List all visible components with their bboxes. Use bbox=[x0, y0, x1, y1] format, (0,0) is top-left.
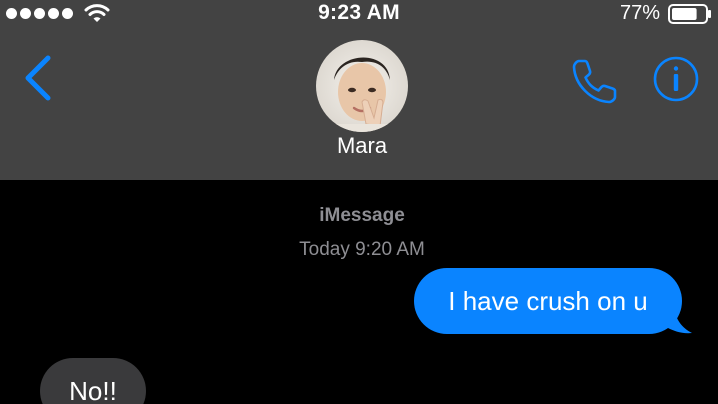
incoming-message-bubble[interactable]: No!! bbox=[40, 358, 146, 404]
status-time: 9:23 AM bbox=[318, 1, 400, 24]
call-button[interactable] bbox=[568, 54, 622, 108]
back-button[interactable] bbox=[18, 52, 58, 104]
avatar-photo bbox=[316, 40, 408, 132]
info-button[interactable] bbox=[652, 55, 700, 103]
contact-name[interactable]: Mara bbox=[0, 133, 718, 159]
info-icon bbox=[653, 56, 699, 102]
bubble-tail bbox=[668, 308, 692, 334]
chevron-left-icon bbox=[25, 55, 51, 101]
service-label: iMessage bbox=[319, 205, 405, 226]
battery-percentage: 77% bbox=[619, 2, 660, 24]
outgoing-message-bubble[interactable]: I have crush on u bbox=[414, 268, 682, 334]
conversation-header: 9:23 AM 77% Mara bbox=[0, 0, 718, 180]
battery-icon bbox=[668, 4, 711, 24]
status-bar: 9:23 AM 77% bbox=[0, 0, 718, 30]
phone-icon bbox=[572, 59, 617, 104]
messages-screen: 9:23 AM 77% Mara iMessage Today 9:20 AM … bbox=[0, 0, 718, 404]
contact-avatar[interactable] bbox=[316, 40, 408, 132]
message-timestamp: Today 9:20 AM bbox=[299, 239, 425, 260]
